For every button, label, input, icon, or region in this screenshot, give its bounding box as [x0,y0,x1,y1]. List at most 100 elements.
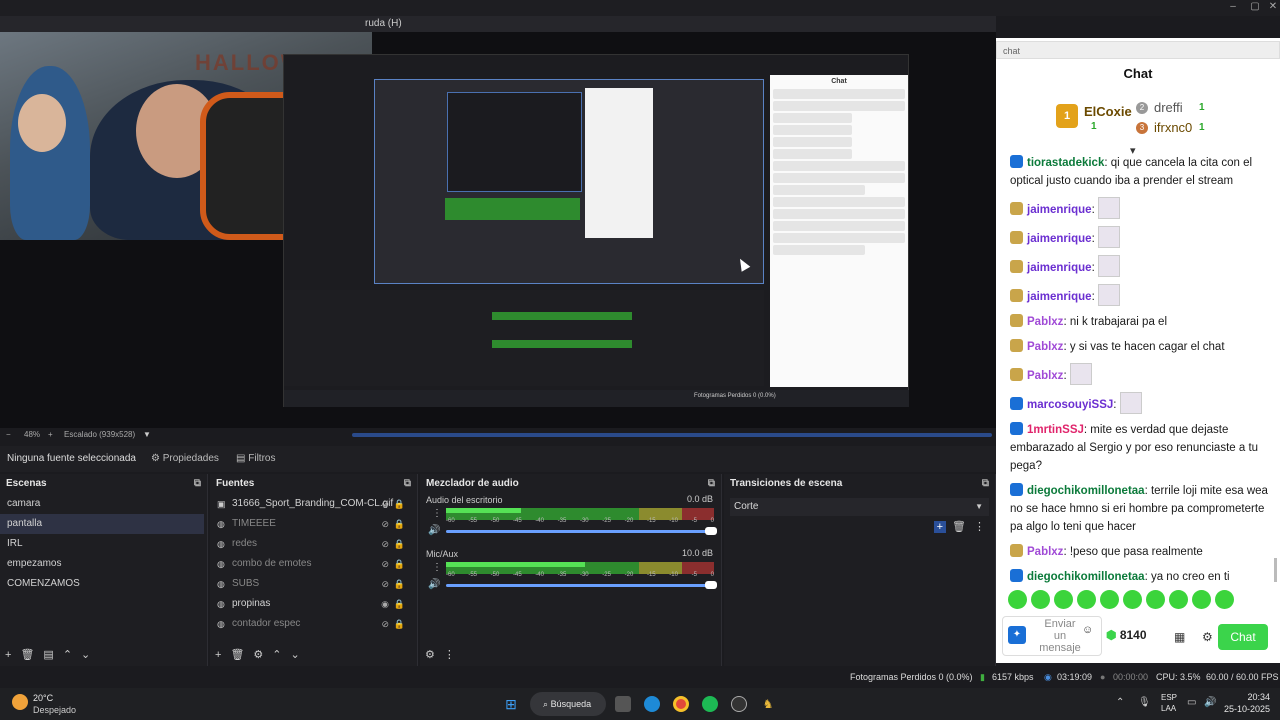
scene-item[interactable]: IRL [0,534,204,554]
undock-icon[interactable]: ⧉ [194,474,201,494]
scene-item[interactable]: camara [0,494,204,514]
scale-dropdown-icon[interactable]: ▼ [143,428,151,442]
emote-icon[interactable] [1169,590,1188,609]
chevron-up-icon[interactable]: ⌃ [272,649,281,661]
emote-icon[interactable] [1215,590,1234,609]
file-explorer-icon[interactable] [615,696,631,712]
chevron-down-icon[interactable]: ⌄ [81,649,90,661]
scene-item[interactable]: COMENZAMOS [0,574,204,594]
emote-icon[interactable] [1054,590,1073,609]
volume-tray-icon[interactable]: 🔊 [1204,697,1216,708]
emote-icon[interactable] [1123,590,1142,609]
chevron-down-icon[interactable]: ⌄ [291,649,300,661]
horizontal-scrollbar[interactable] [352,433,992,437]
microphone-icon[interactable]: 🎙 [1138,697,1151,708]
undock-icon[interactable]: ⧉ [708,474,715,494]
eye-hidden-icon[interactable]: ⊘ [381,534,389,554]
store-icon[interactable]: ▦ [1174,630,1185,644]
emote-icon[interactable] [1146,590,1165,609]
eye-visible-icon[interactable]: ◉ [381,594,389,614]
emote-icon[interactable] [1192,590,1211,609]
source-item[interactable]: ◍ redes ⊘ 🔒 [210,534,417,554]
gear-icon[interactable]: ⚙ [253,649,263,661]
slider-knob[interactable] [705,581,717,589]
weather-desc[interactable]: Despejado [33,705,76,715]
minimize-icon[interactable]: – [1222,0,1244,14]
undock-icon[interactable]: ⧉ [404,474,411,494]
slider-knob[interactable] [705,527,717,535]
chat-username[interactable]: jaimenrique [1027,291,1092,303]
close-icon[interactable]: ✕ [1262,0,1280,14]
speaker-icon[interactable]: 🔊 [428,579,440,590]
eye-hidden-icon[interactable]: ⊘ [381,494,389,514]
chat-username[interactable]: marcosouyiSSJ [1027,399,1113,411]
lock-icon[interactable]: 🔒 [394,494,405,514]
menu-help[interactable]: ruda (H) [365,18,402,29]
volume-slider[interactable] [446,581,717,589]
emote-icon[interactable] [1100,590,1119,609]
zoom-in-button[interactable]: + [48,428,53,442]
transition-select[interactable]: Corte ▼ [730,498,989,516]
preview-canvas[interactable]: HALLOWEEN Chat Fotogramas Perdidos 0 (0.… [0,32,996,428]
speaker-icon[interactable]: 🔊 [428,525,440,536]
chat-username[interactable]: Pablxz [1027,546,1063,558]
obs-icon[interactable] [731,696,747,712]
emote-icon[interactable] [1008,590,1027,609]
channel-menu-icon[interactable]: ⋮ [432,508,442,519]
add-icon[interactable]: + [5,649,11,661]
windows-start-icon[interactable]: ⊞ [503,696,519,712]
source-item[interactable]: ◍ contador espec ⊘ 🔒 [210,614,417,634]
volume-slider[interactable] [446,527,717,535]
chat-username[interactable]: Pablxz [1027,341,1063,353]
app-icon[interactable]: ♞ [760,696,776,712]
chat-username[interactable]: diegochikomillonetaa [1027,571,1145,583]
weather-icon[interactable] [12,694,28,710]
mixer-menu-icon[interactable]: ⋮ [444,649,455,661]
lock-icon[interactable]: 🔒 [394,534,405,554]
source-item[interactable]: ◍ SUBS ⊘ 🔒 [210,574,417,594]
chat-username[interactable]: 1mrtinSSJ [1027,424,1084,436]
properties-button[interactable]: ⚙ Propiedades [151,446,219,472]
taskbar-search[interactable]: ⌕ Búsqueda [530,692,606,716]
trash-icon[interactable]: 🗑 [952,521,966,533]
scene-item[interactable]: empezamos [0,554,204,574]
source-item[interactable]: ▣ 31666_Sport_Branding_COM-CL.gif ⊘ 🔒 [210,494,417,514]
tray-expand-icon[interactable]: ⌃ [1116,697,1124,708]
trash-icon[interactable]: 🗑 [20,649,34,661]
weather-temp[interactable]: 20°C [33,693,53,703]
eye-hidden-icon[interactable]: ⊘ [381,554,389,574]
source-item[interactable]: ◍ propinas ◉ 🔒 [210,594,417,614]
chat-username[interactable]: Pablxz [1027,316,1063,328]
chat-username[interactable]: jaimenrique [1027,262,1092,274]
menu-dots-icon[interactable]: ⋮ [974,521,985,533]
chat-username[interactable]: Pablxz [1027,370,1063,382]
chat-username[interactable]: jaimenrique [1027,204,1092,216]
language-1[interactable]: ESP [1161,693,1177,702]
chevron-up-icon[interactable]: ⌃ [63,649,72,661]
emote-icon[interactable] [1077,590,1096,609]
edge-icon[interactable] [644,696,660,712]
lock-icon[interactable]: 🔒 [394,614,405,634]
add-icon[interactable]: + [933,521,947,533]
send-chat-button[interactable]: Chat [1218,624,1268,650]
filters-button[interactable]: ▤ Filtros [236,446,275,472]
zoom-out-button[interactable]: − [6,428,11,442]
chat-username[interactable]: diegochikomillonetaa [1027,485,1145,497]
eye-hidden-icon[interactable]: ⊘ [381,574,389,594]
gear-icon[interactable]: ⚙ [425,649,435,661]
source-item[interactable]: ◍ combo de emotes ⊘ 🔒 [210,554,417,574]
add-icon[interactable]: + [215,649,221,661]
trash-icon[interactable]: 🗑 [230,649,244,661]
channel-points[interactable]: ⬢ 8140 [1106,628,1147,642]
clock-date[interactable]: 25-10-2025 [1220,704,1270,714]
language-2[interactable]: LAA [1161,704,1176,713]
lock-icon[interactable]: 🔒 [394,594,405,614]
network-tray-icon[interactable]: ▭ [1187,697,1196,708]
chat-address-bar[interactable]: chat [996,41,1280,59]
undock-icon[interactable]: ⧉ [982,474,989,494]
eye-hidden-icon[interactable]: ⊘ [381,614,389,634]
clock-time[interactable]: 20:34 [1226,692,1270,702]
chrome-icon[interactable] [673,696,689,712]
emote-icon[interactable] [1031,590,1050,609]
channel-menu-icon[interactable]: ⋮ [432,562,442,573]
